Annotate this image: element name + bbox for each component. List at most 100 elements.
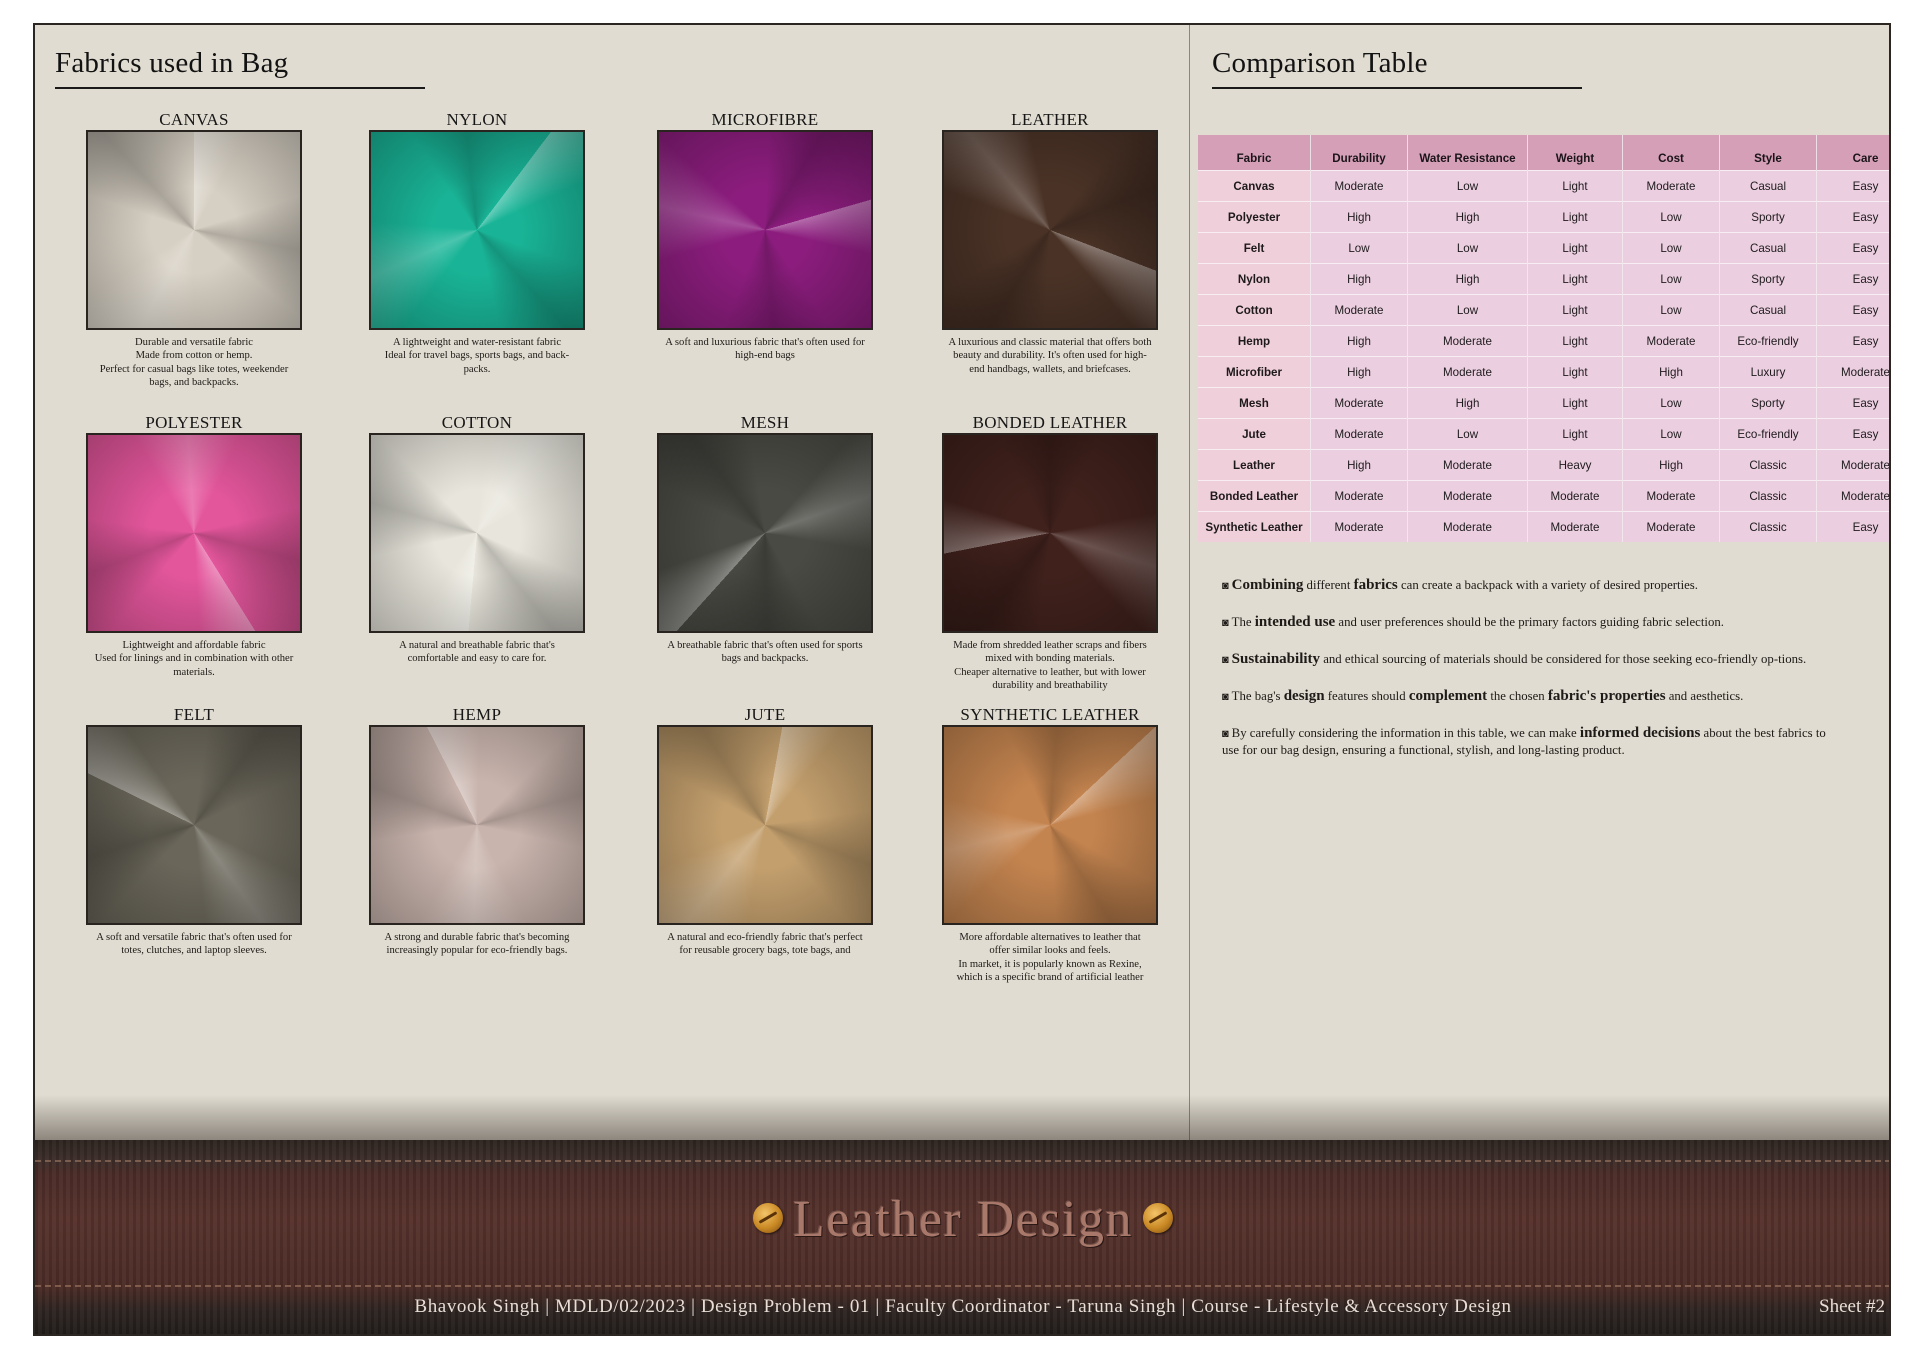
table-cell: High <box>1407 263 1528 295</box>
note-emphasis: Combining <box>1231 577 1304 593</box>
bullet-icon: ◙ <box>1222 728 1229 740</box>
table-cell: Classic <box>1719 480 1817 512</box>
table-cell: Sporty <box>1719 263 1817 295</box>
table-cell: Moderate <box>1622 170 1720 202</box>
table-cell: Eco-friendly <box>1719 325 1817 357</box>
table-cell: Low <box>1622 201 1720 233</box>
table-cell: Easy <box>1816 232 1889 264</box>
table-cell: Moderate <box>1310 511 1408 542</box>
table-cell: Moderate <box>1527 480 1623 512</box>
button-icon <box>752 1203 783 1234</box>
fabric-card: FELT A soft and versatile fabric that's o… <box>86 705 302 958</box>
table-cell: High <box>1310 356 1408 388</box>
sheet-number: Sheet #2 <box>1819 1296 1885 1317</box>
table-fabric-cell: Synthetic Leather <box>1198 511 1311 542</box>
fabric-swatch-image <box>657 130 873 330</box>
fabric-card: COTTON A natural and breathable fabric th… <box>369 413 585 666</box>
note-item: ◙ The bag's design features should comple… <box>1222 688 1832 705</box>
table-cell: Light <box>1527 294 1623 326</box>
table-cell: Moderate <box>1407 325 1528 357</box>
table-cell: Light <box>1527 418 1623 450</box>
fabric-name: NYLON <box>446 110 508 129</box>
fabric-description: A strong and durable fabric that's becom… <box>384 932 570 957</box>
table-cell: Casual <box>1719 232 1817 264</box>
fabric-description: Lightweight and affordable fabric Used f… <box>94 640 294 678</box>
table-cell: Luxury <box>1719 356 1817 388</box>
table-cell: Sporty <box>1719 387 1817 419</box>
table-fabric-cell: Mesh <box>1198 387 1311 419</box>
table-cell: Low <box>1622 232 1720 264</box>
button-icon <box>1143 1203 1174 1234</box>
note-text: different <box>1303 578 1354 592</box>
table-cell: Low <box>1622 418 1720 450</box>
table-fabric-cell: Nylon <box>1198 263 1311 295</box>
table-row: Hemp High Moderate Light Moderate Eco-friendl… <box>1198 325 1889 357</box>
table-fabric-cell: Bonded Leather <box>1198 480 1311 512</box>
fabric-description: More affordable alternatives to leather … <box>956 932 1144 984</box>
table-cell: Easy <box>1816 201 1889 233</box>
bullet-icon: ◙ <box>1222 654 1229 666</box>
table-cell: Low <box>1407 170 1528 202</box>
table-cell: Moderate <box>1622 511 1720 542</box>
table-header-cell: Fabric <box>1198 135 1311 171</box>
table-cell: Light <box>1527 387 1623 419</box>
note-text: and user preferences should be the prima… <box>1335 615 1724 629</box>
table-fabric-cell: Canvas <box>1198 170 1311 202</box>
table-cell: Light <box>1527 201 1623 233</box>
fabric-description: A natural and breathable fabric that's c… <box>399 640 555 665</box>
table-cell: High <box>1407 201 1528 233</box>
fabric-swatch-image <box>657 725 873 925</box>
table-fabric-cell: Polyester <box>1198 201 1311 233</box>
fabric-description: A luxurious and classic material that of… <box>948 337 1152 375</box>
table-cell: Moderate <box>1622 325 1720 357</box>
note-text: By carefully considering the information… <box>1231 726 1580 740</box>
top-stitch-line <box>35 1160 1889 1162</box>
table-cell: Easy <box>1816 263 1889 295</box>
table-row: Felt Low Low Light Low Casual Easy <box>1198 232 1889 264</box>
notes-list: ◙ Combining different fabrics can create … <box>1222 577 1832 778</box>
table-header-row: Fabric Durability Water Resistance Weight Co… <box>1198 135 1889 171</box>
table-cell: Easy <box>1816 294 1889 326</box>
table-cell: Moderate <box>1310 170 1408 202</box>
table-cell: Moderate <box>1816 449 1889 481</box>
fabric-swatch-image <box>369 433 585 633</box>
table-cell: Casual <box>1719 294 1817 326</box>
table-cell: Low <box>1310 232 1408 264</box>
note-text: The bag's <box>1231 689 1284 703</box>
table-cell: High <box>1310 325 1408 357</box>
fabric-name: COTTON <box>441 413 513 432</box>
fabric-description: A lightweight and water-resistant fabric… <box>384 337 570 375</box>
table-cell: Moderate <box>1407 356 1528 388</box>
fabric-swatch-image <box>942 130 1158 330</box>
table-cell: High <box>1310 449 1408 481</box>
note-emphasis: fabrics <box>1353 577 1398 593</box>
table-cell: Moderate <box>1622 480 1720 512</box>
table-cell: Heavy <box>1527 449 1623 481</box>
table-fabric-cell: Felt <box>1198 232 1311 264</box>
table-row: Jute Moderate Low Light Low Eco-friendly Easy <box>1198 418 1889 450</box>
table-cell: Light <box>1527 263 1623 295</box>
table-row: Bonded Leather Moderate Moderate Moderate Mo… <box>1198 480 1889 512</box>
table-cell: Moderate <box>1816 356 1889 388</box>
fabric-card: LEATHER A luxurious and classic material … <box>942 110 1158 376</box>
fabric-swatch-image <box>942 433 1158 633</box>
table-header-cell: Care <box>1816 135 1889 171</box>
table-cell: Easy <box>1816 511 1889 542</box>
table-fabric-cell: Hemp <box>1198 325 1311 357</box>
table-cell: Moderate <box>1310 387 1408 419</box>
fabric-swatch-image <box>657 433 873 633</box>
note-text: and aesthetics. <box>1665 689 1744 703</box>
fabric-card: SYNTHETIC LEATHER More affordable alterna… <box>942 705 1158 985</box>
table-cell: Light <box>1527 170 1623 202</box>
comparison-title: Comparison Table <box>1212 47 1428 79</box>
footer-banner: Leather Design Bhavook Singh | MDLD/02/2… <box>35 1140 1889 1334</box>
note-text: features should <box>1324 689 1409 703</box>
table-cell: Moderate <box>1407 480 1528 512</box>
table-cell: Moderate <box>1816 480 1889 512</box>
fabric-description: A soft and luxurious fabric that's often… <box>665 337 865 362</box>
table-cell: Moderate <box>1527 511 1623 542</box>
table-row: Microfiber High Moderate Light High Luxury Mod… <box>1198 356 1889 388</box>
table-cell: Easy <box>1816 325 1889 357</box>
table-header-cell: Durability <box>1310 135 1408 171</box>
table-row: Cotton Moderate Low Light Low Casual Easy <box>1198 294 1889 326</box>
